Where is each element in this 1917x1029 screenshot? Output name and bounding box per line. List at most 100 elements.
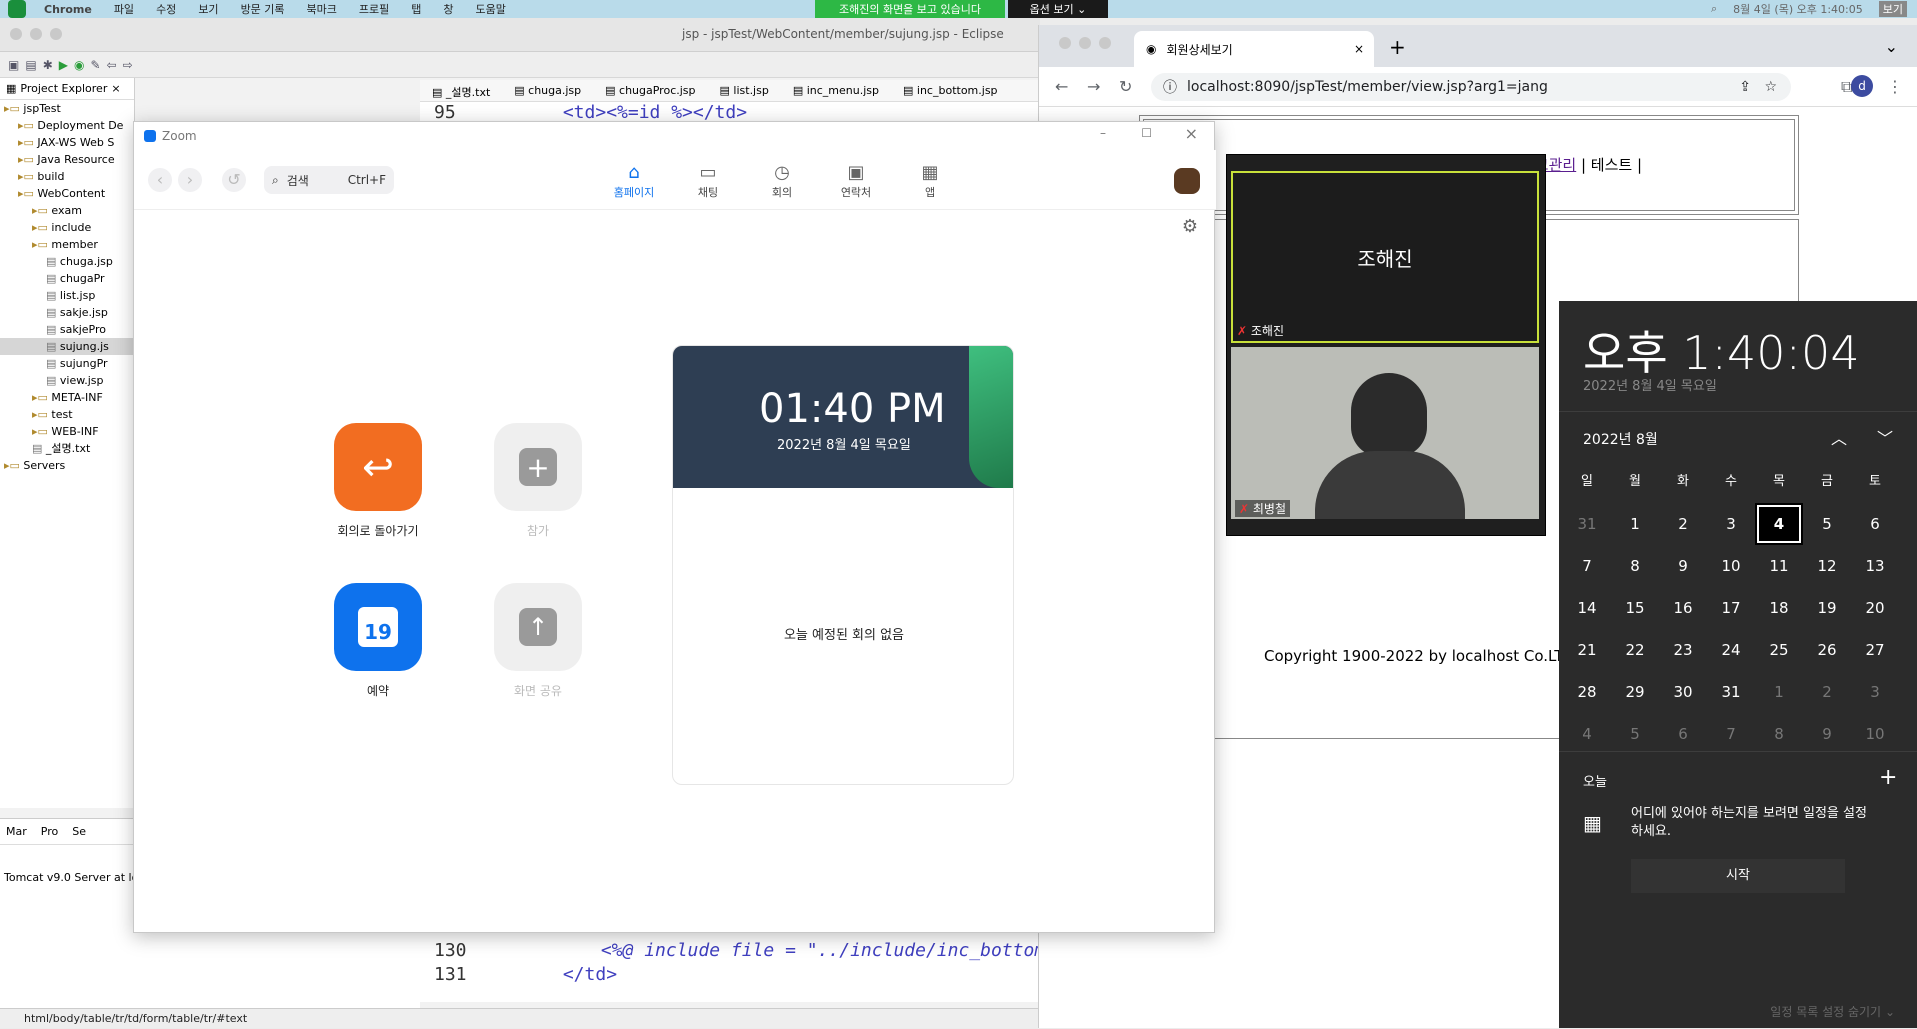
window-zoom-button[interactable] [50, 28, 62, 40]
tree-item[interactable]: ▤ sakjePro [0, 321, 134, 338]
tree-item[interactable]: ▸▭ jspTest [0, 100, 134, 117]
chrome-tab[interactable]: ◉ 회원상세보기 × [1134, 31, 1374, 67]
nav-tab[interactable]: ▦ 앱 [900, 162, 960, 200]
tree-item[interactable]: ▤ sujung.js [0, 338, 134, 355]
tree-item[interactable]: ▤ chugaPr [0, 270, 134, 287]
menubar-item[interactable]: 파일 [114, 1, 134, 17]
window-minimize-button[interactable] [1079, 37, 1091, 49]
back-icon[interactable]: ⇦ [107, 58, 117, 72]
menu-link-test[interactable]: 테스트 [1591, 156, 1632, 174]
tree-item[interactable]: ▸▭ test [0, 406, 134, 423]
code-line-95[interactable]: 95 <td><%=id %></td> [420, 102, 747, 123]
calendar-day[interactable]: 9 [1659, 545, 1707, 587]
calendar-day[interactable]: 11 [1755, 545, 1803, 587]
calendar-day[interactable]: 2 [1659, 503, 1707, 545]
schedule-button[interactable]: 19 [334, 583, 422, 671]
panel-tab[interactable]: Se [72, 825, 86, 838]
calendar-month[interactable]: 2022년 8월 [1583, 429, 1658, 449]
calendar-day[interactable]: 17 [1707, 587, 1755, 629]
join-button[interactable]: + [494, 423, 582, 511]
start-button[interactable]: 시작 [1631, 859, 1845, 893]
editor-tab[interactable]: ▤ _설명.txt [420, 80, 502, 101]
new-icon[interactable]: ▣ [8, 58, 19, 72]
search-toolbar-icon[interactable]: ✎ [90, 58, 100, 72]
calendar-day[interactable]: 5 [1611, 713, 1659, 755]
nav-tab[interactable]: ▣ 연락처 [826, 162, 886, 200]
calendar-date[interactable]: 2022년 8월 4일 목요일 [1583, 375, 1717, 394]
calendar-day[interactable]: 16 [1659, 587, 1707, 629]
calendar-day[interactable]: 28 [1563, 671, 1611, 713]
chevron-up-icon[interactable]: ︿ [1831, 425, 1847, 449]
hide-agenda-link[interactable]: 일정 목록 설정 숨기기 ⌄ [1770, 1003, 1895, 1020]
info-icon[interactable]: ⓘ [1163, 77, 1177, 97]
window-close-button[interactable] [1059, 37, 1071, 49]
tree-item[interactable]: ▤ chuga.jsp [0, 253, 134, 270]
menubar-item[interactable]: 탭 [411, 1, 421, 17]
calendar-day[interactable]: 8 [1755, 713, 1803, 755]
forward-icon[interactable]: ⇨ [123, 58, 133, 72]
menubar-item[interactable]: 북마크 [307, 1, 337, 17]
tree-item[interactable]: ▸▭ WEB-INF [0, 423, 134, 440]
calendar-day[interactable]: 15 [1611, 587, 1659, 629]
calendar-day[interactable]: 31 [1563, 503, 1611, 545]
shield-icon[interactable] [8, 0, 26, 18]
share-screen-button[interactable]: ↑ [494, 583, 582, 671]
calendar-day[interactable]: 25 [1755, 629, 1803, 671]
calendar-day[interactable]: 1 [1611, 503, 1659, 545]
menubar-app-name[interactable]: Chrome [44, 3, 92, 16]
reload-icon[interactable]: ↻ [1119, 77, 1132, 96]
new-tab-button[interactable]: + [1389, 35, 1406, 59]
external-tools-icon[interactable]: ◉ [74, 58, 84, 72]
nav-tab[interactable]: ⌂ 홈페이지 [604, 162, 664, 200]
search-input[interactable]: ⌕ 검색 Ctrl+F [264, 166, 394, 194]
chevron-down-icon[interactable]: ⌄ [1885, 37, 1898, 56]
tree-item[interactable]: ▤ sakje.jsp [0, 304, 134, 321]
tree-item[interactable]: ▸▭ Java Resource [0, 151, 134, 168]
calendar-day[interactable]: 6 [1659, 713, 1707, 755]
calendar-day[interactable]: 14 [1563, 587, 1611, 629]
history-icon[interactable]: ↺ [222, 168, 246, 192]
tree-item[interactable]: ▸▭ exam [0, 202, 134, 219]
video-tile-speaker[interactable]: 조해진 ✗ 조해진 [1231, 171, 1539, 343]
calendar-day[interactable]: 1 [1755, 671, 1803, 713]
close-icon[interactable]: × [1185, 124, 1198, 143]
calendar-day[interactable]: 13 [1851, 545, 1899, 587]
calendar-day[interactable]: 9 [1803, 713, 1851, 755]
window-zoom-button[interactable] [1099, 37, 1111, 49]
panel-tab[interactable]: Mar [6, 825, 27, 838]
code-line-131[interactable]: 131 </td> [420, 964, 617, 985]
tree-item[interactable]: ▸▭ Deployment De [0, 117, 134, 134]
tree-item[interactable]: ▸▭ WebContent [0, 185, 134, 202]
calendar-day[interactable]: 30 [1659, 671, 1707, 713]
tree-item[interactable]: ▤ sujungPr [0, 355, 134, 372]
editor-tab[interactable]: ▤ inc_bottom.jsp [891, 80, 1010, 101]
tree-item[interactable]: ▤ list.jsp [0, 287, 134, 304]
close-icon[interactable]: × [1354, 42, 1364, 56]
search-icon[interactable]: ⌕ [1711, 2, 1717, 16]
tree-item[interactable]: ▸▭ Servers [0, 457, 134, 474]
project-explorer-title[interactable]: Project Explorer [20, 82, 107, 95]
calendar-day[interactable]: 2 [1803, 671, 1851, 713]
calendar-day[interactable]: 6 [1851, 503, 1899, 545]
tree-item[interactable]: ▤ view.jsp [0, 372, 134, 389]
chevron-down-icon[interactable]: ﹀ [1877, 425, 1893, 449]
return-to-meeting-button[interactable]: ↩ [334, 423, 422, 511]
run-icon[interactable]: ▶ [59, 58, 68, 72]
calendar-day[interactable]: 12 [1803, 545, 1851, 587]
nav-back-button[interactable]: ‹ [148, 168, 172, 192]
calendar-day[interactable]: 10 [1707, 545, 1755, 587]
more-menu-icon[interactable]: ⋮ [1887, 77, 1903, 96]
minimize-icon[interactable]: – [1100, 126, 1106, 140]
menubar-item[interactable]: 보기 [198, 1, 218, 17]
window-minimize-button[interactable] [30, 28, 42, 40]
calendar-day[interactable]: 24 [1707, 629, 1755, 671]
nav-tab[interactable]: ◷ 회의 [752, 162, 812, 200]
settings-gear-icon[interactable]: ⚙ [1182, 216, 1198, 237]
close-icon[interactable]: × [111, 82, 120, 95]
calendar-day[interactable]: 4 [1755, 503, 1803, 545]
calendar-day[interactable]: 7 [1563, 545, 1611, 587]
menubar-item[interactable]: 방문 기록 [241, 1, 285, 17]
calendar-day[interactable]: 31 [1707, 671, 1755, 713]
calendar-day[interactable]: 10 [1851, 713, 1899, 755]
menubar-item[interactable]: 수정 [156, 1, 176, 17]
